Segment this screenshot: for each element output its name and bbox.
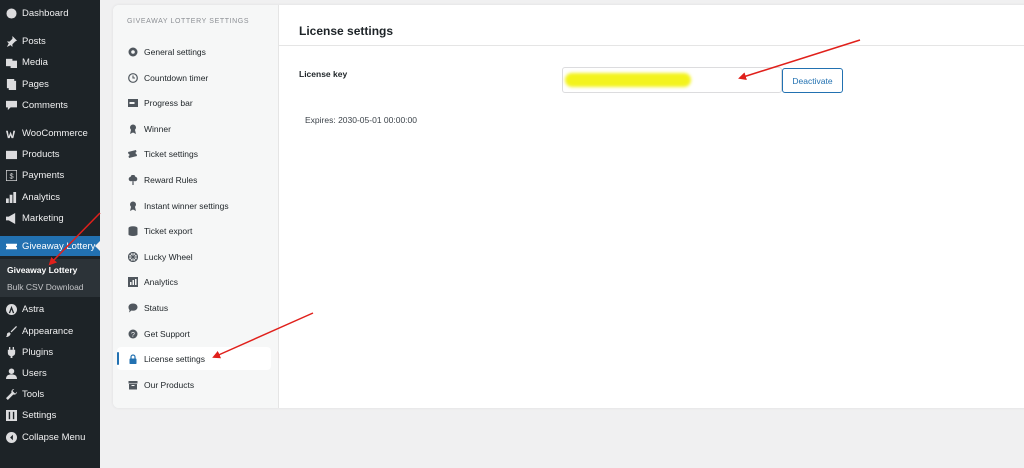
nav-countdown-timer[interactable]: Countdown timer bbox=[117, 66, 271, 89]
menu-pages[interactable]: Pages bbox=[0, 74, 100, 94]
pages-icon bbox=[5, 78, 17, 90]
dashboard-icon bbox=[5, 7, 17, 19]
wrench-icon bbox=[5, 388, 17, 400]
menu-astra[interactable]: Astra bbox=[0, 299, 100, 319]
nav-get-support[interactable]: ? Get Support bbox=[117, 322, 271, 345]
woocommerce-icon bbox=[5, 127, 17, 139]
license-key-input[interactable] bbox=[562, 67, 782, 93]
lock-icon bbox=[127, 353, 138, 364]
nav-instant-winner-settings[interactable]: Instant winner settings bbox=[117, 194, 271, 217]
clock-icon bbox=[127, 72, 138, 83]
license-expiry-text: Expires: 2030-05-01 00:00:00 bbox=[305, 115, 417, 125]
license-settings-main: License settings License key Deactivate … bbox=[279, 5, 1024, 408]
pin-icon bbox=[5, 35, 17, 47]
progress-bar-icon bbox=[127, 97, 138, 108]
menu-comments[interactable]: Comments bbox=[0, 95, 100, 115]
ticket-icon bbox=[5, 240, 17, 252]
settings-icon bbox=[5, 409, 17, 421]
database-icon bbox=[127, 225, 138, 236]
current-menu-pointer bbox=[95, 241, 100, 251]
menu-giveaway-lottery[interactable]: Giveaway Lottery bbox=[0, 236, 100, 256]
giveaway-submenu: Giveaway Lottery Bulk CSV Download bbox=[0, 259, 100, 297]
user-icon bbox=[5, 367, 17, 379]
menu-dashboard[interactable]: Dashboard bbox=[0, 3, 100, 23]
menu-analytics[interactable]: Analytics bbox=[0, 187, 100, 207]
nav-general-settings[interactable]: General settings bbox=[117, 40, 271, 63]
license-key-redaction bbox=[565, 73, 691, 87]
nav-our-products[interactable]: Our Products bbox=[117, 373, 271, 396]
menu-media[interactable]: Media bbox=[0, 52, 100, 72]
nav-heading: GIVEAWAY LOTTERY SETTINGS bbox=[127, 18, 250, 25]
astra-icon bbox=[5, 303, 17, 315]
nav-reward-rules[interactable]: Reward Rules bbox=[117, 168, 271, 191]
svg-text:?: ? bbox=[131, 331, 135, 338]
settings-panel: GIVEAWAY LOTTERY SETTINGS General settin… bbox=[113, 5, 1024, 408]
chat-icon bbox=[127, 302, 138, 313]
nav-ticket-settings[interactable]: Ticket settings bbox=[117, 142, 271, 165]
nav-ticket-export[interactable]: Ticket export bbox=[117, 219, 271, 242]
box-icon bbox=[127, 379, 138, 390]
nav-progress-bar[interactable]: Progress bar bbox=[117, 91, 271, 114]
menu-payments[interactable]: $ Payments bbox=[0, 165, 100, 185]
plugin-settings-nav: GIVEAWAY LOTTERY SETTINGS General settin… bbox=[113, 5, 279, 408]
wheel-icon bbox=[127, 251, 138, 262]
license-key-label: License key bbox=[299, 69, 348, 79]
help-icon: ? bbox=[127, 328, 138, 339]
analytics-icon bbox=[5, 191, 17, 203]
tickets-icon bbox=[127, 148, 138, 159]
menu-settings[interactable]: Settings bbox=[0, 405, 100, 425]
nav-winner[interactable]: Winner bbox=[117, 117, 271, 140]
nav-analytics[interactable]: Analytics bbox=[117, 270, 271, 293]
award-icon bbox=[127, 123, 138, 134]
megaphone-icon bbox=[5, 212, 17, 224]
menu-tools[interactable]: Tools bbox=[0, 384, 100, 404]
submenu-bulk-csv-download[interactable]: Bulk CSV Download bbox=[7, 282, 84, 292]
chart-icon bbox=[127, 276, 138, 287]
plugin-icon bbox=[5, 346, 17, 358]
menu-users[interactable]: Users bbox=[0, 363, 100, 383]
nav-status[interactable]: Status bbox=[117, 296, 271, 319]
title-divider bbox=[279, 45, 1024, 46]
gear-icon bbox=[127, 46, 138, 57]
collapse-icon bbox=[5, 431, 17, 443]
menu-products[interactable]: Products bbox=[0, 144, 100, 164]
wp-admin-sidebar: Dashboard Posts Media Pages Comments Woo… bbox=[0, 0, 100, 468]
nav-license-settings[interactable]: License settings bbox=[117, 347, 271, 370]
award-icon bbox=[127, 200, 138, 211]
payments-icon: $ bbox=[5, 169, 17, 181]
page-title: License settings bbox=[299, 24, 394, 38]
submenu-giveaway-lottery[interactable]: Giveaway Lottery bbox=[7, 265, 77, 275]
comments-icon bbox=[5, 99, 17, 111]
nav-lucky-wheel[interactable]: Lucky Wheel bbox=[117, 245, 271, 268]
menu-posts[interactable]: Posts bbox=[0, 31, 100, 51]
products-icon bbox=[5, 148, 17, 160]
reward-icon bbox=[127, 174, 138, 185]
menu-woocommerce[interactable]: WooCommerce bbox=[0, 123, 100, 143]
svg-text:$: $ bbox=[9, 171, 13, 180]
menu-collapse[interactable]: Collapse Menu bbox=[0, 427, 100, 447]
media-icon bbox=[5, 56, 17, 68]
deactivate-button[interactable]: Deactivate bbox=[782, 68, 843, 93]
menu-marketing[interactable]: Marketing bbox=[0, 208, 100, 228]
menu-plugins[interactable]: Plugins bbox=[0, 342, 100, 362]
brush-icon bbox=[5, 325, 17, 337]
menu-appearance[interactable]: Appearance bbox=[0, 321, 100, 341]
